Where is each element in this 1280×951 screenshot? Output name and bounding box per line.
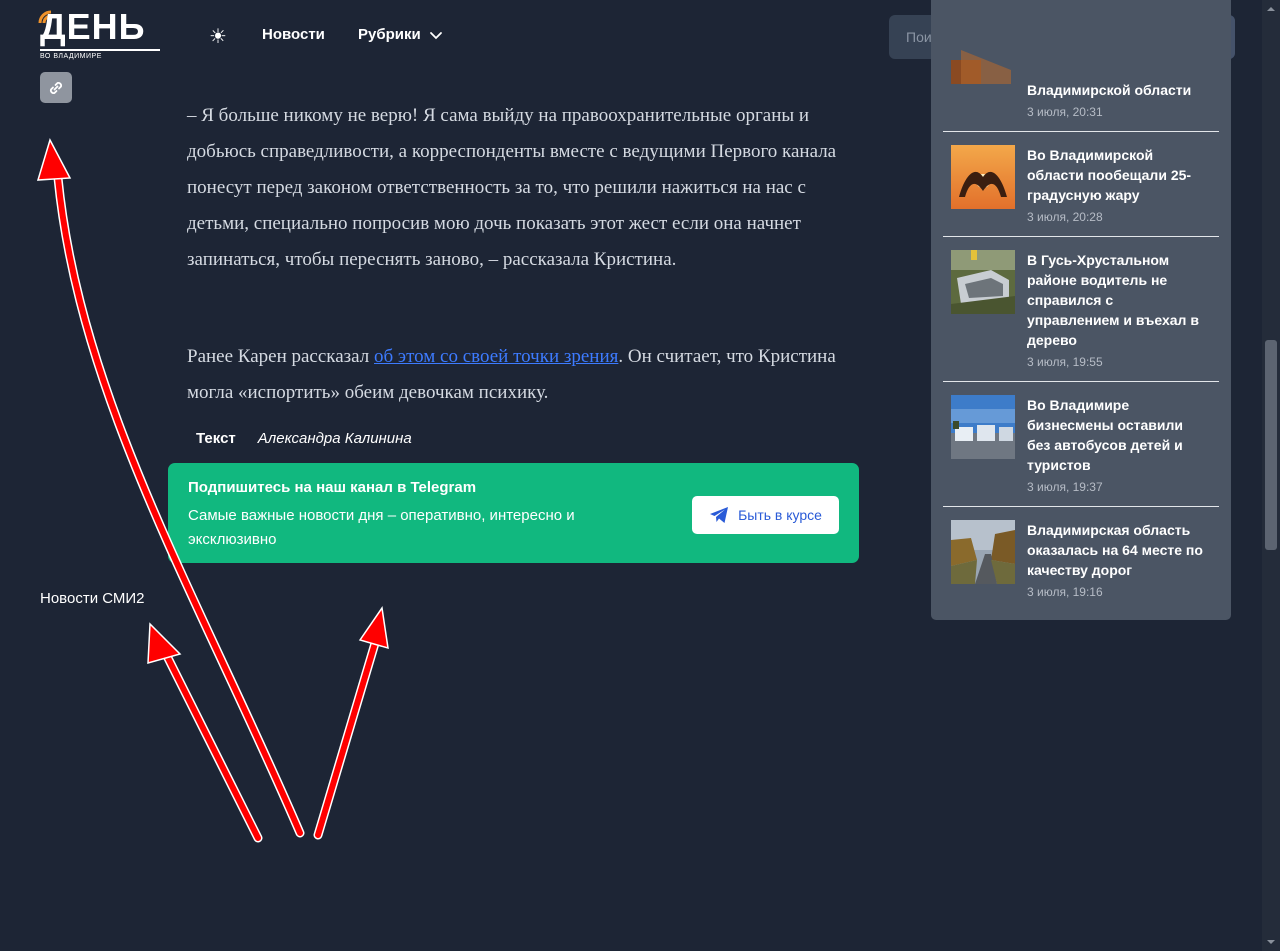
news-title: В Гусь-Хрустальном районе водитель не сп… xyxy=(1027,252,1199,348)
sidebar-news-item[interactable]: Во Владимирской области пообещали 25-гра… xyxy=(943,145,1219,235)
news-thumbnail xyxy=(951,250,1015,314)
nav-news[interactable]: Новости xyxy=(262,26,325,43)
nav-rubrics-label: Рубрики xyxy=(358,26,421,43)
telegram-title: Подпишитесь на наш канал в Telegram xyxy=(188,479,477,496)
sidebar-news-item[interactable]: Владимирской области 3 июля, 20:31 xyxy=(943,20,1219,120)
smi2-news-heading: Новости СМИ2 xyxy=(40,590,145,607)
telegram-description: Самые важные новости дня – оперативно, и… xyxy=(188,507,575,548)
news-date: 3 июля, 19:16 xyxy=(1027,585,1103,599)
page-scrollbar[interactable] xyxy=(1262,0,1280,951)
sidebar-news-item[interactable]: Во Владимире бизнесмены оставили без авт… xyxy=(943,395,1219,500)
article-inline-link[interactable]: об этом со своей точки зрения xyxy=(374,346,618,367)
news-title: Во Владимире бизнесмены оставили без авт… xyxy=(1027,397,1184,473)
chevron-down-icon xyxy=(429,31,442,39)
credit-label: Текст xyxy=(196,430,236,447)
sidebar-divider xyxy=(943,236,1219,237)
scroll-up-arrow-icon[interactable] xyxy=(1266,4,1276,14)
logo-subtext: ВО ВЛАДИМИРЕ xyxy=(40,53,102,60)
author-name: Александра Калинина xyxy=(257,430,412,447)
scrollbar-thumb[interactable] xyxy=(1265,340,1277,550)
telegram-button-label: Быть в курсе xyxy=(738,507,822,523)
copy-link-button[interactable] xyxy=(40,72,72,103)
logo-underline xyxy=(40,49,160,51)
news-date: 3 июля, 19:55 xyxy=(1027,355,1103,369)
news-date: 3 июля, 20:28 xyxy=(1027,210,1103,224)
news-date: 3 июля, 20:31 xyxy=(1027,105,1103,119)
logo-text: ДЕНЬ xyxy=(40,6,146,47)
sidebar-divider xyxy=(943,381,1219,382)
sidebar-divider xyxy=(943,506,1219,507)
sidebar-news-item[interactable]: Владимирская область оказалась на 64 мес… xyxy=(943,520,1219,610)
news-sidebar: Владимирской области 3 июля, 20:31 Во Вл… xyxy=(931,0,1231,620)
article-paragraph: – Я больше никому не верю! Я сама выйду … xyxy=(187,105,837,270)
sidebar-news-item[interactable]: В Гусь-Хрустальном районе водитель не сп… xyxy=(943,250,1219,375)
news-thumbnail xyxy=(951,520,1015,584)
news-thumbnail xyxy=(951,145,1015,209)
news-thumbnail xyxy=(951,395,1015,459)
nav-rubrics[interactable]: Рубрики xyxy=(358,26,443,43)
news-title: Владимирской области xyxy=(1027,82,1192,98)
paragraph-text: Ранее Карен рассказал xyxy=(187,346,375,367)
sun-icon[interactable]: ☀ xyxy=(206,24,230,48)
news-thumbnail xyxy=(951,20,1015,84)
scroll-down-arrow-icon[interactable] xyxy=(1266,937,1276,947)
site-logo[interactable]: ДЕНЬ ВО ВЛАДИМИРЕ xyxy=(38,6,162,62)
author-credit: Текст Александра Калинина xyxy=(196,430,412,447)
article-paragraph: Ранее Карен рассказал об этом со своей т… xyxy=(187,339,857,411)
news-title: Во Владимирской области пообещали 25-гра… xyxy=(1027,147,1192,203)
link-icon xyxy=(50,81,62,94)
red-arrow-to-smi-label xyxy=(147,622,263,843)
telegram-subscribe-button[interactable]: Быть в курсе xyxy=(692,496,839,534)
telegram-banner: Подпишитесь на наш канал в Telegram Самы… xyxy=(168,463,859,563)
red-arrow-to-telegram-banner xyxy=(313,606,389,840)
news-date: 3 июля, 19:37 xyxy=(1027,480,1103,494)
telegram-icon xyxy=(710,507,729,523)
news-title: Владимирская область оказалась на 64 мес… xyxy=(1027,522,1203,578)
sidebar-divider xyxy=(943,131,1219,132)
